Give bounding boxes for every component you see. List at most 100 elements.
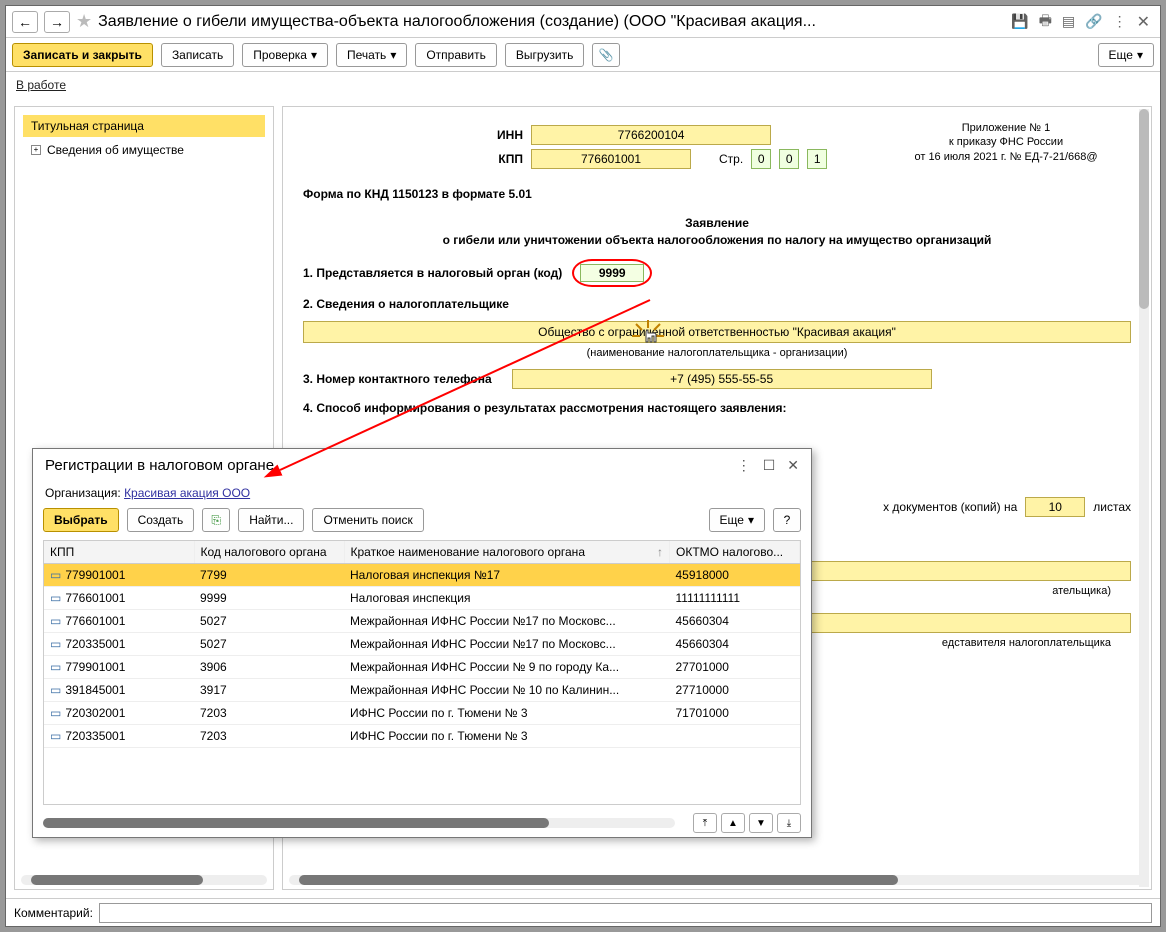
chevron-down-icon: ▾ bbox=[1137, 48, 1143, 62]
row-icon: ▭ bbox=[50, 683, 62, 697]
form-hscroll[interactable] bbox=[289, 875, 1145, 885]
comment-row: Комментарий: bbox=[6, 898, 1160, 926]
more-button[interactable]: Еще ▾ bbox=[1098, 43, 1154, 67]
org-name-field[interactable]: Общество с ограниченной ответственностью… bbox=[303, 321, 1131, 343]
forward-button[interactable]: → bbox=[44, 11, 70, 33]
page-digit-2[interactable]: 0 bbox=[779, 149, 799, 169]
window-title: Заявление о гибели имущества-объекта нал… bbox=[98, 13, 1005, 31]
phone-field[interactable]: +7 (495) 555-55-55 bbox=[512, 369, 932, 389]
save-close-button[interactable]: Записать и закрыть bbox=[12, 43, 153, 67]
table-row[interactable]: ▭ 7203350015027Межрайонная ИФНС России №… bbox=[44, 633, 800, 656]
sidebar-hscroll[interactable] bbox=[21, 875, 267, 885]
org-link[interactable]: Красивая акация ООО bbox=[124, 486, 250, 500]
back-button[interactable]: ← bbox=[12, 11, 38, 33]
table-row[interactable]: ▭ 7799010017799Налоговая инспекция №1745… bbox=[44, 564, 800, 587]
kebab-icon[interactable]: ⋮ bbox=[1113, 13, 1127, 30]
nav-last-icon[interactable]: ⤓ bbox=[777, 813, 801, 833]
print-icon[interactable]: 🖶 bbox=[1039, 10, 1052, 34]
attachment-button[interactable]: 📎 bbox=[592, 43, 620, 67]
dialog-close-icon[interactable]: ✕ bbox=[787, 457, 799, 474]
create-button[interactable]: Создать bbox=[127, 508, 195, 532]
row-icon: ▭ bbox=[50, 729, 62, 743]
status-link[interactable]: В работе bbox=[16, 78, 66, 92]
cancel-search-button[interactable]: Отменить поиск bbox=[312, 508, 423, 532]
form-title: Заявление о гибели или уничтожении объек… bbox=[303, 215, 1131, 249]
row-1: 1. Представляется в налоговый орган (код… bbox=[303, 259, 1131, 287]
sidebar-item-title-page[interactable]: Титульная страница bbox=[23, 115, 265, 137]
inn-label: ИНН bbox=[303, 128, 523, 142]
check-button[interactable]: Проверка ▾ bbox=[242, 43, 328, 67]
export-button[interactable]: Выгрузить bbox=[505, 43, 585, 67]
row-3: 3. Номер контактного телефона +7 (495) 5… bbox=[303, 369, 1131, 389]
dialog-bottom: ⤒ ▲ ▼ ⤓ bbox=[33, 809, 811, 837]
org-name-note: (наименование налогоплательщика - органи… bbox=[303, 347, 1131, 359]
row-icon: ▭ bbox=[50, 568, 62, 582]
page-label: Стр. bbox=[719, 152, 743, 166]
dialog-org-row: Организация: Красивая акация ООО bbox=[33, 482, 811, 504]
nav-up-icon[interactable]: ▲ bbox=[721, 813, 745, 833]
table-row[interactable]: ▭ 7766010019999Налоговая инспекция111111… bbox=[44, 587, 800, 610]
send-button[interactable]: Отправить bbox=[415, 43, 497, 67]
row-icon: ▭ bbox=[50, 637, 62, 651]
chevron-down-icon: ▾ bbox=[390, 48, 396, 62]
row-4: 4. Способ информирования о результатах р… bbox=[303, 401, 1131, 415]
dialog-hscroll[interactable] bbox=[43, 818, 675, 828]
nav-first-icon[interactable]: ⤒ bbox=[693, 813, 717, 833]
sort-asc-icon: ↑ bbox=[657, 545, 663, 559]
appendix-note: Приложение № 1 к приказу ФНС России от 1… bbox=[881, 121, 1131, 164]
find-button[interactable]: Найти... bbox=[238, 508, 304, 532]
knd-label: Форма по КНД 1150123 в формате 5.01 bbox=[303, 187, 1131, 201]
nav-down-icon[interactable]: ▼ bbox=[749, 813, 773, 833]
table-row[interactable]: ▭ 7799010013906Межрайонная ИФНС России №… bbox=[44, 656, 800, 679]
comment-input[interactable] bbox=[99, 903, 1152, 923]
copy-icon: ⎘ bbox=[211, 513, 221, 528]
sidebar-item-property-info[interactable]: + Сведения об имуществе bbox=[23, 139, 265, 161]
registrations-table[interactable]: КПП Код налогового органа Краткое наимен… bbox=[43, 540, 801, 805]
page-digit-3[interactable]: 1 bbox=[807, 149, 827, 169]
col-kpp[interactable]: КПП bbox=[44, 541, 194, 564]
inn-field[interactable]: 7766200104 bbox=[531, 125, 771, 145]
help-button[interactable]: ? bbox=[773, 508, 801, 532]
table-row[interactable]: ▭ 7766010015027Межрайонная ИФНС России №… bbox=[44, 610, 800, 633]
dialog-maximize-icon[interactable]: ☐ bbox=[763, 457, 776, 474]
dialog-toolbar: Выбрать Создать ⎘ Найти... Отменить поис… bbox=[33, 504, 811, 536]
docs-count-field[interactable]: 10 bbox=[1025, 497, 1085, 517]
copy-button[interactable]: ⎘ bbox=[202, 508, 230, 532]
chevron-down-icon: ▾ bbox=[311, 48, 317, 62]
table-row[interactable]: ▭ 3918450013917Межрайонная ИФНС России №… bbox=[44, 679, 800, 702]
favorite-icon[interactable]: ★ bbox=[76, 11, 92, 32]
comment-label: Комментарий: bbox=[14, 906, 93, 920]
row-icon: ▭ bbox=[50, 706, 62, 720]
save-icon[interactable]: 💾 bbox=[1011, 13, 1028, 30]
main-toolbar: Записать и закрыть Записать Проверка ▾ П… bbox=[6, 38, 1160, 72]
dialog-kebab-icon[interactable]: ⋮ bbox=[737, 457, 751, 474]
dialog-title: Регистрации в налоговом органе bbox=[45, 457, 274, 474]
chevron-down-icon: ▾ bbox=[748, 513, 754, 527]
titlebar: ← → ★ Заявление о гибели имущества-объек… bbox=[6, 6, 1160, 38]
table-row[interactable]: ▭ 7203020017203ИФНС России по г. Тюмени … bbox=[44, 702, 800, 725]
tax-office-code-field[interactable]: 9999 bbox=[572, 259, 652, 287]
select-button[interactable]: Выбрать bbox=[43, 508, 119, 532]
row-icon: ▭ bbox=[50, 614, 62, 628]
row-icon: ▭ bbox=[50, 591, 62, 605]
table-row[interactable]: ▭ 7203350017203ИФНС России по г. Тюмени … bbox=[44, 725, 800, 748]
form-vscroll[interactable] bbox=[1139, 109, 1149, 887]
col-oktmo[interactable]: ОКТМО налогово... bbox=[670, 541, 800, 564]
kpp-field[interactable]: 776601001 bbox=[531, 149, 691, 169]
expand-icon[interactable]: + bbox=[31, 145, 41, 155]
dialog-titlebar: Регистрации в налоговом органе ⋮ ☐ ✕ bbox=[33, 449, 811, 482]
print-button[interactable]: Печать ▾ bbox=[336, 43, 407, 67]
row-2: 2. Сведения о налогоплательщике bbox=[303, 297, 1131, 311]
row-icon: ▭ bbox=[50, 660, 62, 674]
dialog-more-button[interactable]: Еще ▾ bbox=[709, 508, 765, 532]
link-icon[interactable]: 🔗 bbox=[1085, 13, 1102, 30]
page-digit-1[interactable]: 0 bbox=[751, 149, 771, 169]
col-name[interactable]: Краткое наименование налогового органа↑ bbox=[344, 541, 670, 564]
save-button[interactable]: Записать bbox=[161, 43, 234, 67]
status-row: В работе bbox=[6, 72, 1160, 98]
tax-registrations-dialog: Регистрации в налоговом органе ⋮ ☐ ✕ Орг… bbox=[32, 448, 812, 838]
kpp-label: КПП bbox=[303, 152, 523, 166]
report-icon[interactable]: ▤ bbox=[1062, 13, 1075, 30]
close-icon[interactable]: ✕ bbox=[1133, 12, 1154, 32]
col-code[interactable]: Код налогового органа bbox=[194, 541, 344, 564]
